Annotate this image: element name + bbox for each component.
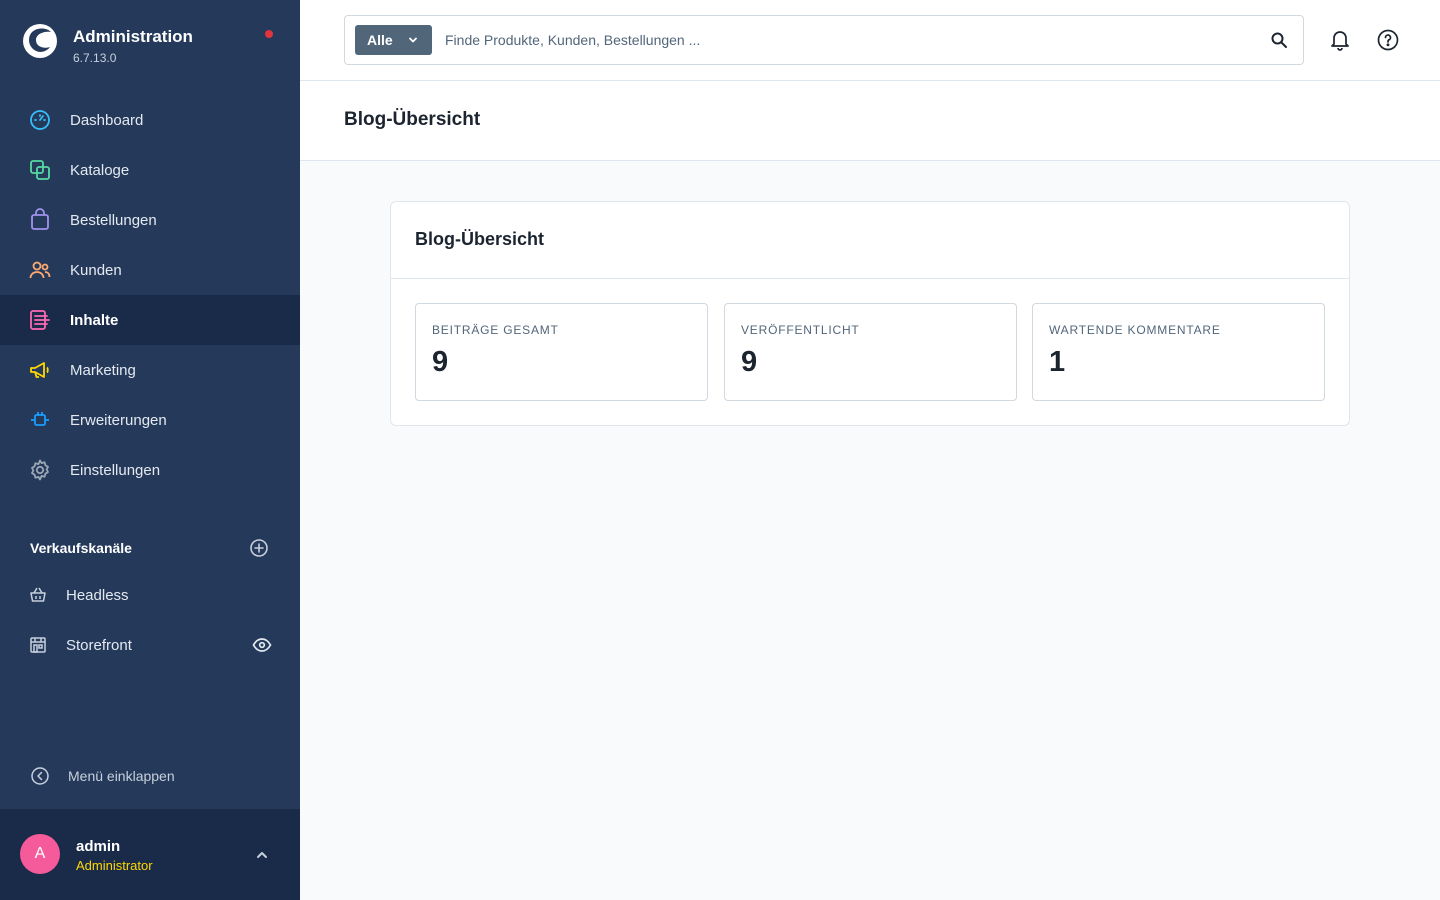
nav-label: Dashboard (70, 111, 144, 129)
content-icon (30, 310, 50, 330)
page-title: Blog-Übersicht (344, 109, 481, 130)
stat-label: BEITRÄGE GESAMT (432, 323, 559, 337)
user-name: admin (76, 838, 121, 855)
stat-value: 9 (741, 346, 758, 378)
sales-channel-label: Storefront (66, 636, 132, 654)
gear-icon (31, 459, 49, 481)
shopping-bag-icon (31, 208, 49, 230)
page-header: Blog-Übersicht (300, 81, 1440, 161)
nav-item-dashboard[interactable]: Dashboard (0, 95, 300, 145)
search-input[interactable] (445, 25, 1245, 55)
app-version: 6.7.13.0 (73, 51, 117, 65)
nav-label: Erweiterungen (70, 411, 167, 429)
stat-label: VERÖFFENTLICHT (741, 323, 860, 337)
catalog-icon (30, 160, 50, 180)
nav-label: Kunden (70, 261, 122, 279)
nav-label: Kataloge (70, 161, 130, 179)
users-icon (29, 261, 51, 279)
card-title: Blog-Übersicht (415, 229, 545, 249)
chevron-down-icon (409, 37, 417, 43)
card-header: Blog-Übersicht (391, 202, 1349, 279)
app-title: Administration (73, 27, 193, 46)
nav-item-marketing[interactable]: Marketing (0, 345, 300, 395)
nav-label: Einstellungen (70, 461, 161, 479)
stat-value: 1 (1049, 346, 1066, 378)
nav-label: Marketing (70, 361, 136, 379)
storefront-icon (30, 637, 46, 653)
shopware-logo-icon (23, 24, 57, 58)
collapse-menu-button[interactable]: Menü einklappen (0, 751, 300, 801)
megaphone-icon (30, 362, 49, 378)
basket-icon (30, 587, 46, 602)
search-icon[interactable] (1270, 31, 1288, 49)
nav-item-settings[interactable]: Einstellungen (0, 445, 300, 495)
nav-label: Bestellungen (70, 211, 157, 229)
plugin-icon (31, 412, 49, 426)
blog-overview-card: Blog-Übersicht BEITRÄGE GESAMT 9 VERÖFFE… (390, 201, 1350, 426)
help-icon[interactable] (1376, 28, 1400, 52)
topbar: Alle (300, 0, 1440, 81)
nav-item-catalogs[interactable]: Kataloge (0, 145, 300, 195)
stat-pending-comments: WARTENDE KOMMENTARE 1 (1032, 303, 1325, 401)
sales-channels-header: Verkaufskanäle (30, 538, 275, 560)
nav-item-extensions[interactable]: Erweiterungen (0, 395, 300, 445)
user-role: Administrator (76, 858, 153, 873)
main-navigation: Dashboard Kataloge Bestellungen Kunden I… (0, 95, 300, 495)
brand-header[interactable]: Administration 6.7.13.0 (0, 0, 300, 80)
bell-icon[interactable] (1328, 28, 1352, 52)
avatar: A (20, 834, 60, 874)
sales-channel-headless[interactable]: Headless (0, 570, 300, 620)
stat-total-posts: BEITRÄGE GESAMT 9 (415, 303, 708, 401)
stat-value: 9 (432, 346, 449, 378)
stat-published: VERÖFFENTLICHT 9 (724, 303, 1017, 401)
nav-item-content[interactable]: Inhalte (0, 295, 300, 345)
collapse-chevron-left-icon (31, 767, 49, 785)
add-sales-channel-icon[interactable] (249, 538, 269, 558)
notification-dot (265, 30, 273, 38)
nav-label: Inhalte (70, 311, 119, 329)
nav-item-customers[interactable]: Kunden (0, 245, 300, 295)
nav-item-orders[interactable]: Bestellungen (0, 195, 300, 245)
search-scope-dropdown[interactable]: Alle (355, 25, 432, 55)
sales-channel-storefront[interactable]: Storefront (0, 620, 300, 670)
eye-icon[interactable] (252, 636, 272, 654)
sidebar: Administration 6.7.13.0 Dashboard Katalo… (0, 0, 300, 900)
stat-label: WARTENDE KOMMENTARE (1049, 323, 1221, 337)
dashboard-gauge-icon (30, 110, 50, 130)
sales-channels-title: Verkaufskanäle (30, 540, 132, 556)
global-search: Alle (344, 15, 1304, 65)
search-scope-label: Alle (367, 32, 393, 48)
sales-channel-label: Headless (66, 586, 129, 604)
chevron-up-icon[interactable] (254, 847, 270, 863)
user-menu[interactable]: A admin Administrator (0, 809, 300, 900)
collapse-menu-label: Menü einklappen (68, 768, 175, 784)
